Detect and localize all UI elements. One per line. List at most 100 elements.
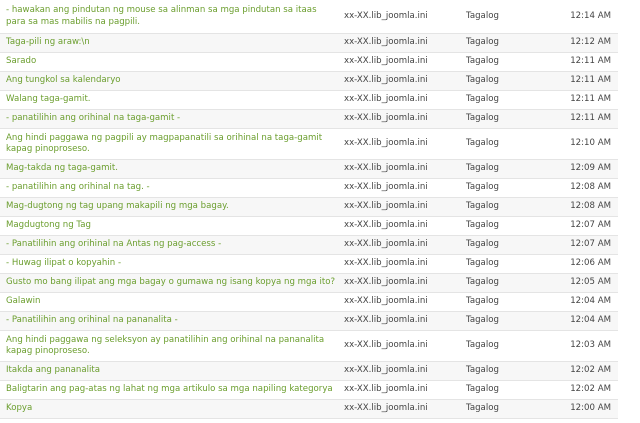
language-cell: Tagalog (466, 10, 499, 21)
file-cell: xx-XX.lib_joomla.ini (344, 315, 428, 326)
translation-link[interactable]: Gusto mo bang ilipat ang mga bagay o gum… (6, 277, 335, 289)
time-cell: 12:10 AM (570, 138, 611, 149)
file-cell: xx-XX.lib_joomla.ini (344, 75, 428, 86)
file-cell: xx-XX.lib_joomla.ini (344, 201, 428, 212)
table-row: - Panatilihin ang orihinal na pananalita… (0, 311, 618, 330)
file-cell: xx-XX.lib_joomla.ini (344, 296, 428, 307)
table-row: Galawin xx-XX.lib_joomla.ini Tagalog 12:… (0, 292, 618, 311)
file-cell: xx-XX.lib_joomla.ini (344, 94, 428, 105)
translation-link[interactable]: - panatilihin ang orihinal na tag. - (6, 182, 150, 194)
table-row: Ang hindi paggawa ng pagpili ay magpapan… (0, 128, 618, 159)
language-cell: Tagalog (466, 201, 499, 212)
translation-link[interactable]: - Panatilihin ang orihinal na Antas ng p… (6, 239, 221, 251)
time-cell: 12:00 AM (570, 403, 611, 414)
string-cell: Itakda ang pananalita (6, 362, 336, 380)
table-row: Gusto mo bang ilipat ang mga bagay o gum… (0, 273, 618, 292)
file-cell: xx-XX.lib_joomla.ini (344, 37, 428, 48)
string-cell: Magdugtong ng Tag (6, 217, 336, 235)
time-cell: 12:05 AM (570, 277, 611, 288)
language-cell: Tagalog (466, 56, 499, 67)
time-cell: 12:11 AM (570, 75, 611, 86)
string-cell: - Huwag ilipat o kopyahin - (6, 255, 336, 273)
table-row: - Huwag ilipat o kopyahin - xx-XX.lib_jo… (0, 254, 618, 273)
table-row: Ang hindi paggawa ng seleksyon ay panati… (0, 330, 618, 361)
string-cell: Ang hindi paggawa ng pagpili ay magpapan… (6, 129, 336, 159)
translation-link[interactable]: - Panatilihin ang orihinal na pananalita… (6, 315, 178, 327)
file-cell: xx-XX.lib_joomla.ini (344, 10, 428, 21)
table-row: Kopya xx-XX.lib_joomla.ini Tagalog 12:00… (0, 399, 618, 418)
time-cell: 12:08 AM (570, 182, 611, 193)
translation-link[interactable]: Galawin (6, 296, 40, 308)
time-cell: 12:04 AM (570, 315, 611, 326)
language-cell: Tagalog (466, 384, 499, 395)
translation-link[interactable]: Sarado (6, 56, 36, 68)
file-cell: xx-XX.lib_joomla.ini (344, 138, 428, 149)
file-cell: xx-XX.lib_joomla.ini (344, 258, 428, 269)
table-row: Itakda ang pananalita xx-XX.lib_joomla.i… (0, 361, 618, 380)
translation-link[interactable]: - hawakan ang pindutan ng mouse sa alinm… (6, 5, 336, 28)
time-cell: 12:03 AM (570, 340, 611, 351)
file-cell: xx-XX.lib_joomla.ini (344, 365, 428, 376)
translation-link[interactable]: Ang hindi paggawa ng pagpili ay magpapan… (6, 133, 336, 156)
string-cell: Taga-pili ng araw:\n (6, 34, 336, 52)
table-row: Sarado xx-XX.lib_joomla.ini Tagalog 12:1… (0, 52, 618, 71)
translation-link[interactable]: Magdugtong ng Tag (6, 220, 91, 232)
translation-link[interactable]: Ang hindi paggawa ng seleksyon ay panati… (6, 335, 336, 358)
time-cell: 12:07 AM (570, 220, 611, 231)
translation-link[interactable]: Kopya (6, 403, 32, 415)
time-cell: 12:07 AM (570, 239, 611, 250)
string-cell: - panatilihin ang orihinal na tag. - (6, 179, 336, 197)
file-cell: xx-XX.lib_joomla.ini (344, 163, 428, 174)
language-cell: Tagalog (466, 315, 499, 326)
file-cell: xx-XX.lib_joomla.ini (344, 384, 428, 395)
translation-link[interactable]: Mag-dugtong ng tag upang makapili ng mga… (6, 201, 229, 213)
file-cell: xx-XX.lib_joomla.ini (344, 220, 428, 231)
translation-link[interactable]: Itakda ang pananalita (6, 365, 100, 377)
language-cell: Tagalog (466, 296, 499, 307)
table-row: Baligtarin ang pag-atas ng lahat ng mga … (0, 380, 618, 399)
table-row: Mag-dugtong ng tag upang makapili ng mga… (0, 197, 618, 216)
time-cell: 12:06 AM (570, 258, 611, 269)
file-cell: xx-XX.lib_joomla.ini (344, 277, 428, 288)
file-cell: xx-XX.lib_joomla.ini (344, 239, 428, 250)
translation-link[interactable]: Walang taga-gamit. (6, 94, 91, 106)
table-row: - panatilihin ang orihinal na taga-gamit… (0, 109, 618, 128)
string-cell: - Panatilihin ang orihinal na Antas ng p… (6, 236, 336, 254)
language-cell: Tagalog (466, 94, 499, 105)
translation-link[interactable]: Mag-takda ng taga-gamit. (6, 163, 118, 175)
language-cell: Tagalog (466, 340, 499, 351)
string-cell: Kopya (6, 400, 336, 418)
string-cell: Ang hindi paggawa ng seleksyon ay panati… (6, 331, 336, 361)
time-cell: 12:14 AM (570, 10, 611, 21)
translation-link[interactable]: - Huwag ilipat o kopyahin - (6, 258, 121, 270)
file-cell: xx-XX.lib_joomla.ini (344, 56, 428, 67)
language-cell: Tagalog (466, 37, 499, 48)
file-cell: xx-XX.lib_joomla.ini (344, 403, 428, 414)
time-cell: 12:12 AM (570, 37, 611, 48)
string-cell: - hawakan ang pindutan ng mouse sa alinm… (6, 0, 336, 33)
time-cell: 12:11 AM (570, 113, 611, 124)
time-cell: 12:04 AM (570, 296, 611, 307)
file-cell: xx-XX.lib_joomla.ini (344, 340, 428, 351)
translation-link[interactable]: Taga-pili ng araw:\n (6, 37, 90, 49)
translation-link[interactable]: Ang tungkol sa kalendaryo (6, 75, 121, 87)
string-cell: Sarado (6, 53, 336, 71)
file-cell: xx-XX.lib_joomla.ini (344, 113, 428, 124)
string-cell: - panatilihin ang orihinal na taga-gamit… (6, 110, 336, 128)
language-cell: Tagalog (466, 403, 499, 414)
table-row: Taga-pili ng araw:\n xx-XX.lib_joomla.in… (0, 33, 618, 52)
translation-link[interactable]: - panatilihin ang orihinal na taga-gamit… (6, 113, 180, 125)
translation-link[interactable]: Baligtarin ang pag-atas ng lahat ng mga … (6, 384, 333, 396)
time-cell: 12:08 AM (570, 201, 611, 212)
table-row: Magdugtong ng Tag xx-XX.lib_joomla.ini T… (0, 216, 618, 235)
language-cell: Tagalog (466, 277, 499, 288)
file-cell: xx-XX.lib_joomla.ini (344, 182, 428, 193)
time-cell: 12:02 AM (570, 384, 611, 395)
string-cell: Gusto mo bang ilipat ang mga bagay o gum… (6, 274, 336, 292)
table-row: - panatilihin ang orihinal na tag. - xx-… (0, 178, 618, 197)
string-cell: Ang tungkol sa kalendaryo (6, 72, 336, 90)
time-cell: 12:11 AM (570, 56, 611, 67)
string-cell: - Panatilihin ang orihinal na pananalita… (6, 312, 336, 330)
language-cell: Tagalog (466, 113, 499, 124)
table-row: - Panatilihin ang orihinal na Antas ng p… (0, 235, 618, 254)
